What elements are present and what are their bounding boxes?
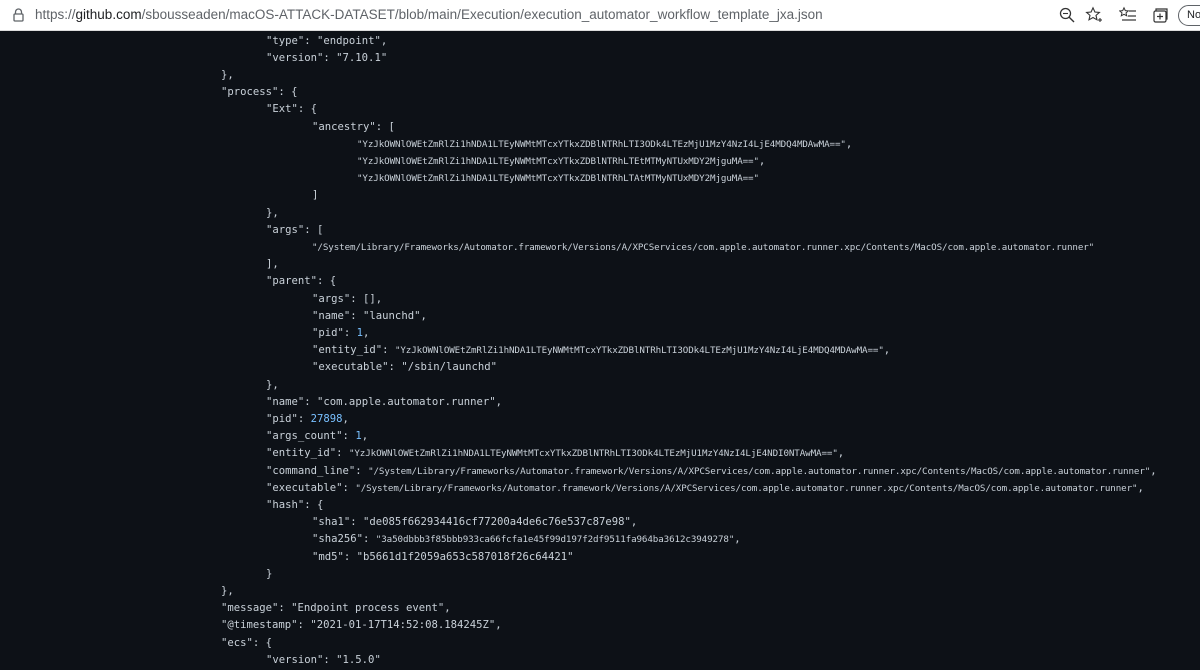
zoom-icon[interactable]	[1058, 6, 1076, 24]
code-line: }	[266, 568, 273, 580]
code-line: },	[221, 585, 234, 597]
code-line: "Ext": {	[266, 103, 318, 115]
code-line: "executable": "/System/Library/Framework…	[266, 482, 1144, 494]
favorites-list-icon[interactable]	[1119, 6, 1137, 24]
code-line: },	[266, 379, 279, 391]
url-host: github.com	[75, 7, 142, 22]
code-line: "md5": "b5661d1f2059a653c587018f26c64421…	[312, 551, 574, 563]
url-path: /sbousseaden/macOS-ATTACK-DATASET/blob/m…	[141, 7, 823, 22]
code-line: "YzJkOWNlOWEtZmRlZi1hNDA1LTEyNWMtMTcxYTk…	[357, 138, 853, 150]
code-line: "type": "endpoint",	[266, 35, 388, 47]
code-line: "ecs": {	[221, 637, 273, 649]
json-code-viewer: "type": "endpoint", "version": "7.10.1" …	[0, 31, 1200, 670]
url-scheme: https://	[35, 7, 76, 22]
code-line: },	[266, 207, 279, 219]
code-line: "/System/Library/Frameworks/Automator.fr…	[312, 242, 1095, 253]
code-line: "hash": {	[266, 499, 324, 511]
code-line: "executable": "/sbin/launchd"	[312, 361, 497, 373]
code-line: "YzJkOWNlOWEtZmRlZi1hNDA1LTEyNWMtMTcxYTk…	[357, 173, 759, 184]
code-line: "command_line": "/System/Library/Framewo…	[266, 465, 1157, 477]
code-line: "name": "com.apple.automator.runner",	[266, 396, 503, 408]
code-line: ]	[312, 189, 319, 201]
code-line: "args": [],	[312, 293, 383, 305]
code-line: "entity_id": "YzJkOWNlOWEtZmRlZi1hNDA1LT…	[266, 447, 845, 459]
code-line: "ancestry": [	[312, 121, 395, 133]
code-line: "version": "1.5.0"	[266, 654, 381, 666]
code-line: "name": "launchd",	[312, 310, 427, 322]
code-line: "parent": {	[266, 275, 337, 287]
code-line: "@timestamp": "2021-01-17T14:52:08.18424…	[221, 619, 502, 631]
collections-icon[interactable]	[1151, 6, 1169, 24]
favorite-star-icon[interactable]	[1085, 6, 1103, 24]
code-line: },	[221, 69, 234, 81]
profile-button[interactable]: No	[1178, 5, 1200, 26]
code-line: "process": {	[221, 86, 298, 98]
url-field[interactable]: https://github.com/sbousseaden/macOS-ATT…	[35, 7, 823, 22]
code-line: "entity_id": "YzJkOWNlOWEtZmRlZi1hNDA1LT…	[312, 344, 891, 356]
browser-address-bar: https://github.com/sbousseaden/macOS-ATT…	[0, 0, 1200, 31]
code-line: "args_count": 1,	[266, 430, 369, 442]
code-line: "pid": 1,	[312, 327, 370, 339]
code-line: "version": "7.10.1"	[266, 52, 388, 64]
code-line: "args": [	[266, 224, 324, 236]
code-line: "message": "Endpoint process event",	[221, 602, 451, 614]
code-line: "YzJkOWNlOWEtZmRlZi1hNDA1LTEyNWMtMTcxYTk…	[357, 155, 766, 167]
code-line: "sha1": "de085f662934416cf77200a4de6c76e…	[312, 516, 638, 528]
code-line: ],	[266, 258, 279, 270]
code-line: "sha256": "3a50dbbb3f85bbb933ca66fcfa1e4…	[312, 533, 741, 545]
lock-icon	[13, 8, 24, 22]
code-line: "pid": 27898,	[266, 413, 349, 425]
